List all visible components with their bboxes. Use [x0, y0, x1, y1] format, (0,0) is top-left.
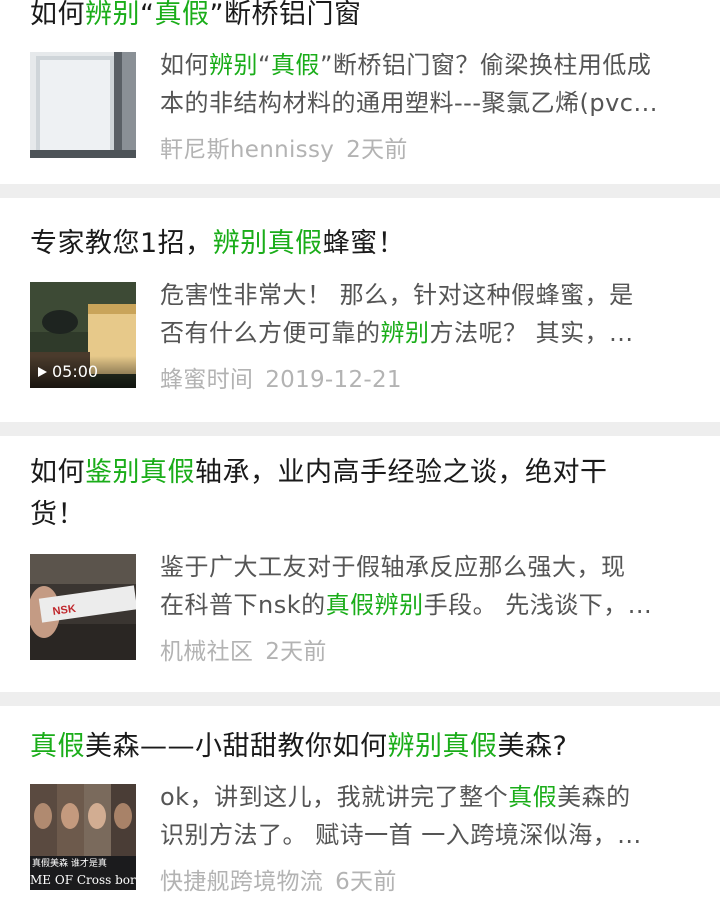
text-segment: 美森的 — [557, 783, 631, 811]
play-icon — [38, 367, 47, 377]
highlighted-keyword: 辨别 — [380, 319, 430, 347]
search-result-1[interactable]: 如何辨别“真假”断桥铝门窗 如何辨别“真假”断桥铝门窗？偷梁换柱用低成 本的非结… — [0, 0, 720, 184]
text-segment: 方法呢？ 其实，... — [429, 319, 634, 347]
result-source[interactable]: 蜂蜜时间 — [160, 367, 253, 393]
text-segment: 如何 — [160, 51, 209, 79]
result-separator — [0, 422, 720, 436]
text-segment: 如何 — [30, 457, 85, 488]
window-frame-image — [30, 52, 136, 158]
result-thumbnail[interactable]: 真假美森 谁才是真 ME OF Cross bor — [30, 784, 136, 890]
result-snippet: 鉴于广大工友对于假轴承反应那么强大，现 在科普下nsk的真假辨别手段。 先浅谈下… — [160, 548, 684, 624]
text-segment: ”断桥铝门窗？偷梁换柱用低成 — [319, 51, 652, 79]
result-title[interactable]: 专家教您1招，辨别真假蜂蜜！ — [30, 223, 694, 265]
text-segment: 如何 — [30, 0, 85, 30]
video-duration: 05:00 — [30, 356, 136, 388]
highlighted-keyword: 真假 — [508, 783, 558, 811]
result-time: 2天前 — [346, 137, 408, 163]
text-segment: 鉴于广大工友对于假轴承反应那么强大，现 — [160, 553, 626, 581]
result-source[interactable]: 軒尼斯hennissy — [160, 137, 334, 163]
text-segment: 美森——小甜甜教你如何 — [85, 731, 388, 762]
result-title[interactable]: 如何鉴别真假轴承，业内高手经验之谈，绝对干 货！ — [30, 452, 694, 536]
text-segment: “ — [258, 51, 271, 79]
movie-poster-image: 真假美森 谁才是真 ME OF Cross bor — [30, 784, 136, 890]
highlighted-keyword: 真假辨别 — [325, 591, 424, 619]
svg-text:真假美森 谁才是真: 真假美森 谁才是真 — [32, 857, 107, 869]
highlighted-keyword: 辨别真假 — [387, 731, 498, 762]
search-result-3[interactable]: 如何鉴别真假轴承，业内高手经验之谈，绝对干 货！ NSK 鉴于广大工友对于假轴承… — [0, 436, 720, 692]
result-separator — [0, 692, 720, 706]
result-time: 6天前 — [335, 869, 397, 895]
result-time: 2019-12-21 — [265, 367, 402, 393]
highlighted-keyword: 辨别 — [85, 0, 140, 30]
text-segment: 危害性非常大！ 那么，针对这种假蜂蜜，是 — [160, 281, 634, 309]
highlighted-keyword: 真假 — [154, 0, 210, 30]
result-snippet: 危害性非常大！ 那么，针对这种假蜂蜜，是 否有什么方便可靠的辨别方法呢？ 其实，… — [160, 276, 684, 352]
svg-text:ME OF Cross bor: ME OF Cross bor — [30, 873, 136, 887]
text-segment: 轴承，业内高手经验之谈，绝对干 — [195, 457, 608, 488]
result-title[interactable]: 真假美森——小甜甜教你如何辨别真假美森? — [30, 726, 694, 768]
result-meta: 快捷舰跨境物流 6天前 — [160, 862, 397, 896]
highlighted-keyword: 辨别真假 — [212, 228, 323, 259]
result-separator — [0, 184, 720, 198]
text-segment: 手段。 先浅谈下，... — [423, 591, 653, 619]
result-source[interactable]: 快捷舰跨境物流 — [160, 869, 323, 895]
result-thumbnail[interactable]: NSK — [30, 554, 136, 660]
result-video-thumbnail[interactable]: 05:00 — [30, 282, 136, 388]
result-meta: 蜂蜜时间 2019-12-21 — [160, 360, 402, 394]
highlighted-keyword: 真假 — [30, 731, 85, 762]
text-segment: 本的非结构材料的通用塑料---聚氯乙烯(pvc... — [160, 89, 658, 117]
result-thumbnail[interactable] — [30, 52, 136, 158]
text-segment: 货！ — [30, 499, 85, 530]
result-time: 2天前 — [265, 639, 327, 665]
text-segment: 否有什么方便可靠的 — [160, 319, 381, 347]
result-source[interactable]: 机械社区 — [160, 639, 253, 665]
text-segment: “ — [140, 0, 155, 30]
text-segment: 蜂蜜！ — [322, 228, 406, 259]
result-snippet: 如何辨别“真假”断桥铝门窗？偷梁换柱用低成 本的非结构材料的通用塑料---聚氯乙… — [160, 46, 684, 122]
search-result-4[interactable]: 真假美森——小甜甜教你如何辨别真假美森? 真假美森 谁才是真 ME OF Cro… — [0, 706, 720, 915]
highlighted-keyword: 辨别 — [209, 51, 258, 79]
text-segment: 专家教您1招， — [30, 228, 213, 259]
highlighted-keyword: 鉴别真假 — [85, 457, 195, 488]
text-segment: 在科普下nsk的 — [160, 591, 326, 619]
text-segment: 美森? — [497, 731, 568, 762]
text-segment: 识别方法了。 赋诗一首 一入跨境深似海，... — [160, 821, 642, 849]
result-title[interactable]: 如何辨别“真假”断桥铝门窗 — [30, 0, 694, 36]
search-result-2[interactable]: 专家教您1招，辨别真假蜂蜜！ 05:00 危害性非常大！ 那么，针对这种假蜂蜜，… — [0, 198, 720, 422]
bearing-label-image: NSK — [30, 554, 136, 660]
text-segment: ”断桥铝门窗 — [209, 0, 362, 30]
result-meta: 軒尼斯hennissy 2天前 — [160, 130, 408, 164]
text-segment: ok，讲到这儿，我就讲完了整个 — [160, 783, 509, 811]
result-meta: 机械社区 2天前 — [160, 632, 327, 666]
highlighted-keyword: 真假 — [270, 51, 320, 79]
result-snippet: ok，讲到这儿，我就讲完了整个真假美森的 识别方法了。 赋诗一首 一入跨境深似海… — [160, 778, 684, 854]
